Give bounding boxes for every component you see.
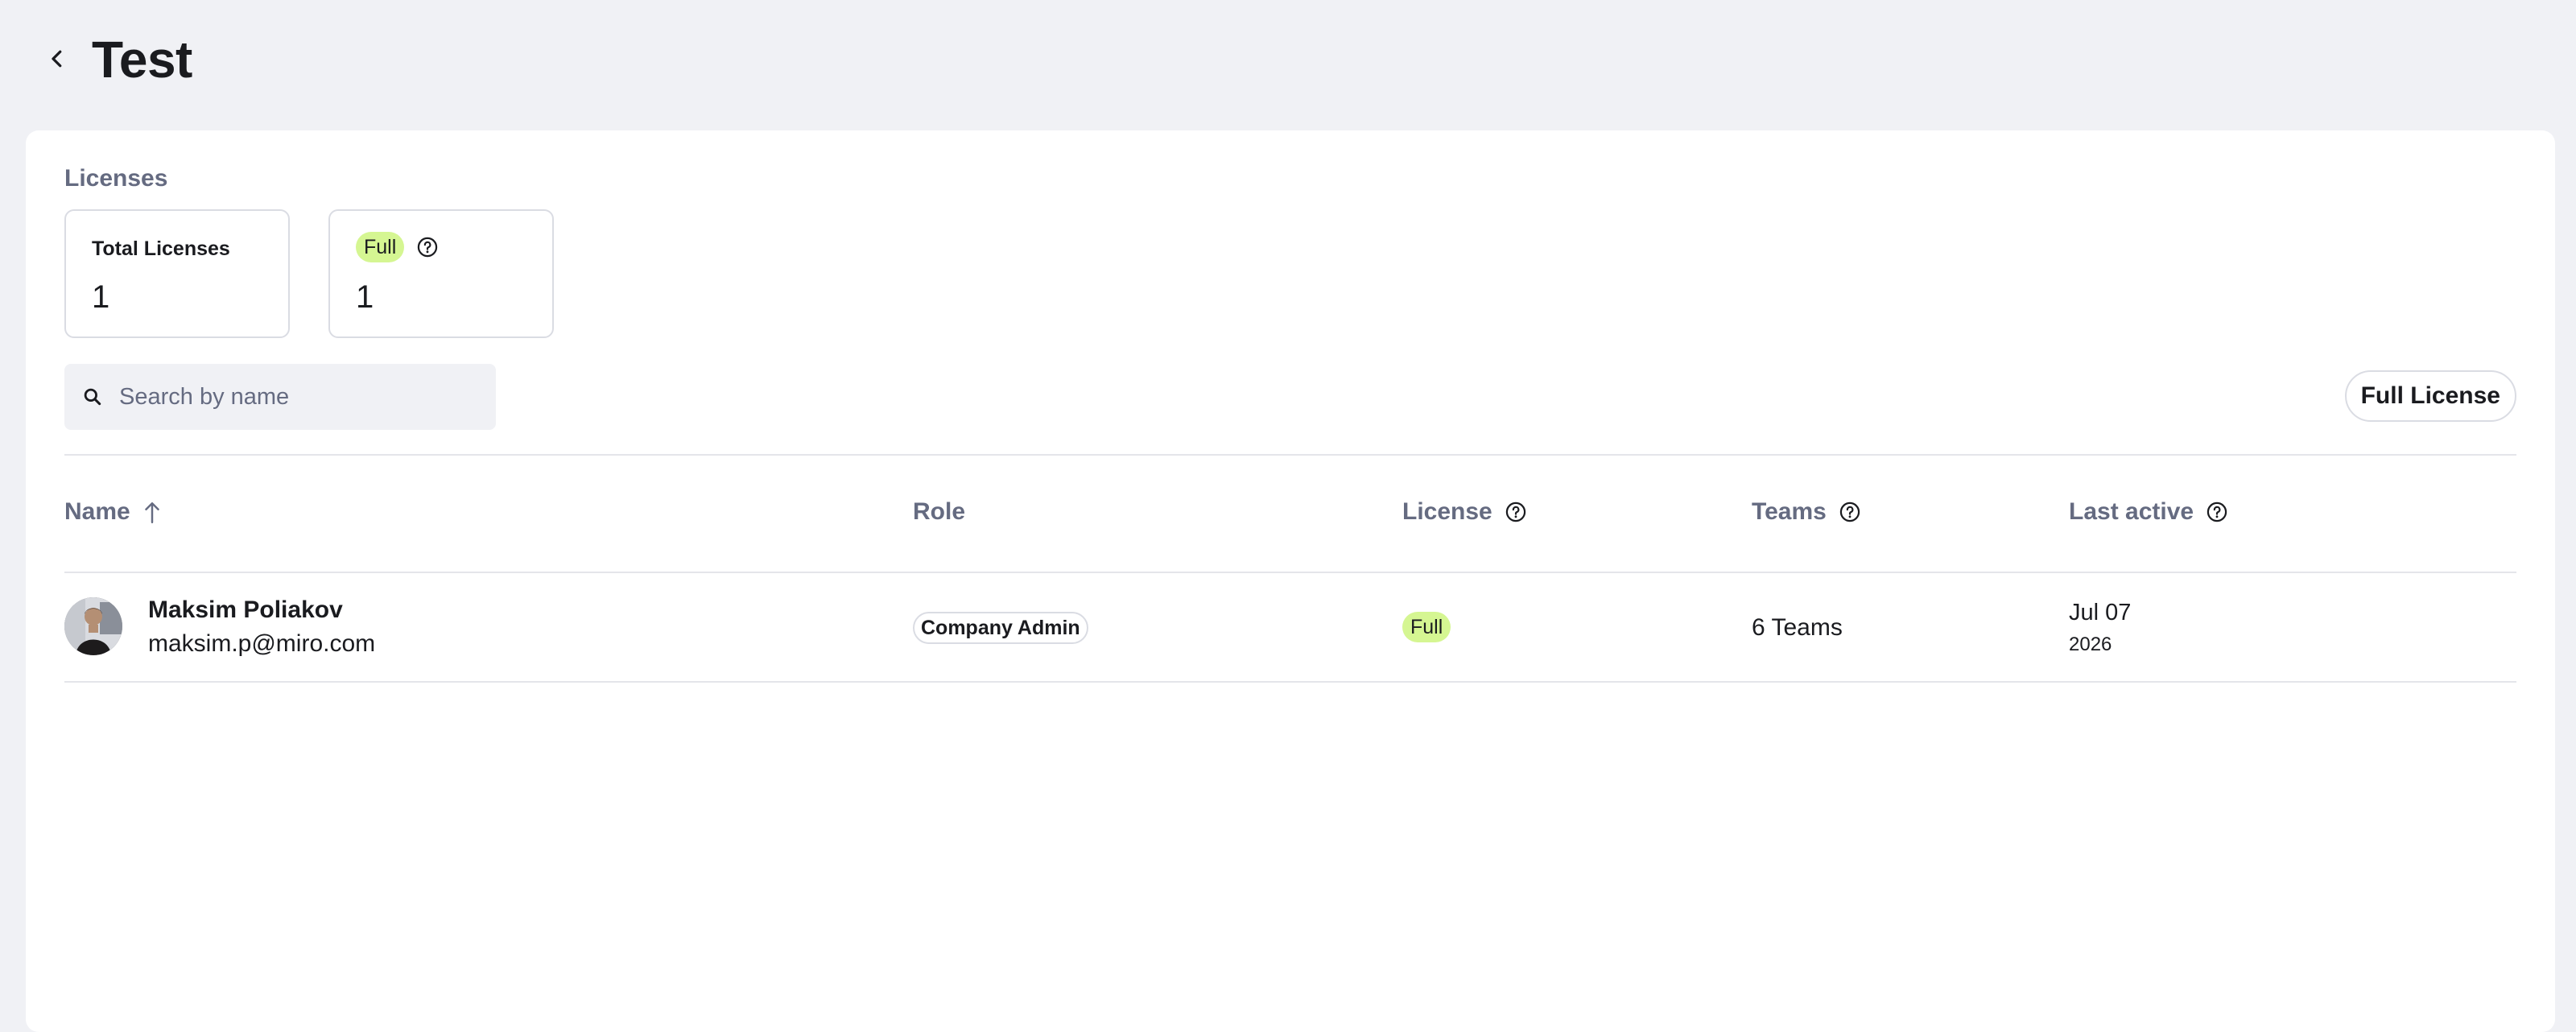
avatar	[64, 597, 122, 655]
question-circle-icon[interactable]	[2205, 500, 2229, 524]
role-badge: Company Admin	[913, 612, 1088, 644]
search-input[interactable]	[118, 382, 472, 411]
total-licenses-label: Total Licenses	[92, 237, 230, 260]
column-header-role-label: Role	[913, 498, 966, 525]
user-name: Maksim Poliakov	[148, 596, 343, 623]
chevron-left-icon	[52, 50, 62, 68]
column-header-last-active-label: Last active	[2069, 498, 2194, 525]
column-header-teams-label: Teams	[1752, 498, 1827, 525]
full-license-badge: Full	[356, 232, 405, 262]
full-licenses-card: Full 1	[328, 209, 554, 338]
back-button[interactable]	[39, 40, 76, 77]
search-icon	[79, 383, 106, 411]
teams-count: 6 Teams	[1752, 614, 1843, 641]
search-box[interactable]	[64, 364, 496, 430]
page-title: Test	[92, 31, 192, 89]
top-bar: Test	[0, 0, 2576, 130]
last-active-date: Jul 07	[2069, 600, 2132, 625]
arrow-up-icon	[144, 502, 159, 524]
column-header-last-active[interactable]: Last active	[2069, 493, 2229, 531]
column-header-teams[interactable]: Teams	[1752, 493, 1862, 531]
header-divider	[64, 572, 2516, 573]
user-email: maksim.p@miro.com	[148, 630, 376, 657]
total-licenses-value: 1	[92, 279, 110, 315]
column-header-role[interactable]: Role	[913, 493, 965, 531]
column-header-name[interactable]: Name	[64, 493, 163, 531]
row-divider	[64, 681, 2516, 683]
full-licenses-header: Full	[356, 232, 440, 262]
full-licenses-value: 1	[356, 279, 374, 315]
question-circle-icon[interactable]	[1504, 500, 1528, 524]
toolbar-divider	[64, 454, 2516, 456]
column-header-license-label: License	[1402, 498, 1492, 525]
license-badge: Full	[1402, 612, 1451, 642]
total-licenses-card: Total Licenses 1	[64, 209, 290, 338]
full-license-filter-button[interactable]: Full License	[2344, 370, 2516, 422]
license-cell: Full	[1402, 612, 1451, 642]
last-active-year: 2026	[2069, 634, 2112, 655]
question-circle-icon[interactable]	[415, 235, 440, 259]
section-title: Licenses	[64, 165, 168, 192]
question-circle-icon[interactable]	[1838, 500, 1862, 524]
licenses-panel: Licenses Total Licenses 1 Full 1 Ful	[26, 130, 2555, 1032]
column-header-license[interactable]: License	[1402, 493, 1528, 531]
column-header-name-label: Name	[64, 498, 130, 525]
